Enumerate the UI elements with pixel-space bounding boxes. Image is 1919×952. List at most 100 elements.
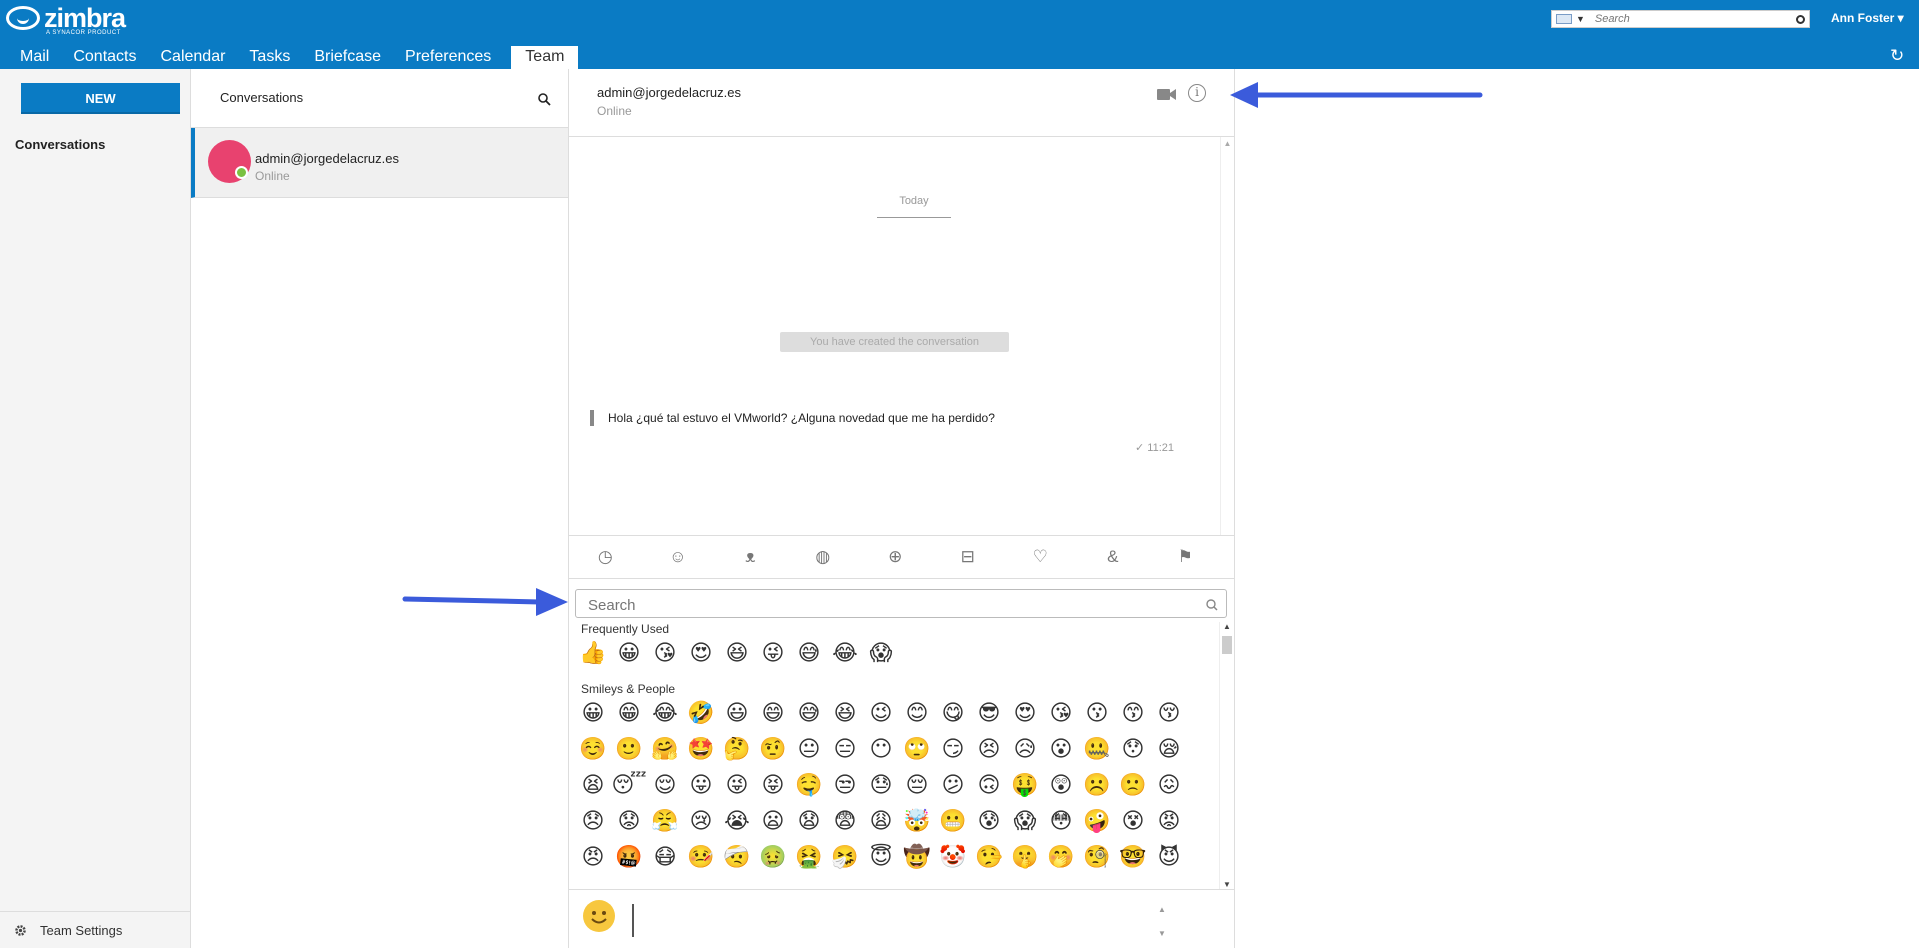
message-scrollbar[interactable]: ▲	[1220, 137, 1234, 535]
emoji-button[interactable]: 🤫	[1007, 840, 1043, 876]
emoji-button[interactable]: 🤧	[827, 840, 863, 876]
emoji-button[interactable]: 😚	[1151, 696, 1187, 732]
search-type-icon[interactable]	[1556, 14, 1572, 24]
emoji-button[interactable]: 😣	[971, 732, 1007, 768]
emoji-button[interactable]: 😀	[575, 696, 611, 732]
emoji-button[interactable]: 😇	[863, 840, 899, 876]
emoji-button[interactable]: 😲	[1043, 768, 1079, 804]
emoji-button[interactable]: 😙	[1115, 696, 1151, 732]
input-resize-control[interactable]: ▲ ▼	[1158, 904, 1166, 940]
emoji-button[interactable]: 😮	[1043, 732, 1079, 768]
emoji-button[interactable]: 😒	[827, 768, 863, 804]
emoji-button[interactable]: 😐	[791, 732, 827, 768]
tab-calendar[interactable]: Calendar	[150, 46, 239, 69]
recent-icon[interactable]: ◷	[569, 547, 642, 567]
tab-contacts[interactable]: Contacts	[63, 46, 150, 69]
emoji-button[interactable]: 😆	[827, 696, 863, 732]
emoji-button[interactable]: 😢	[683, 804, 719, 840]
emoji-button[interactable]: 😖	[1151, 768, 1187, 804]
emoji-button[interactable]: 😌	[647, 768, 683, 804]
emoji-button[interactable]: 😱	[1007, 804, 1043, 840]
conversation-item[interactable]: admin@jorgedelacruz.es Online	[191, 128, 568, 198]
emoji-button[interactable]: 🙄	[899, 732, 935, 768]
emoji-button[interactable]: 😍	[683, 636, 719, 672]
zimbra-logo[interactable]: zimbra A SYNACOR PRODUCT	[6, 5, 126, 36]
emoji-button[interactable]: 🤥	[971, 840, 1007, 876]
emoji-button[interactable]: 🤒	[683, 840, 719, 876]
emoji-button[interactable]: 🙁	[1115, 768, 1151, 804]
emoji-button[interactable]: 😄	[755, 696, 791, 732]
emoji-button[interactable]: 😫	[575, 768, 611, 804]
animal-icon[interactable]: ᴥ	[714, 547, 787, 567]
emoji-button[interactable]: 😭	[719, 804, 755, 840]
emoji-button[interactable]: 😎	[971, 696, 1007, 732]
emoji-button[interactable]: 😓	[863, 768, 899, 804]
emoji-button[interactable]: 😨	[827, 804, 863, 840]
emoji-button[interactable]: 😘	[647, 636, 683, 672]
emoji-button[interactable]: 😆	[719, 636, 755, 672]
emoji-button[interactable]: 🤤	[791, 768, 827, 804]
emoji-button[interactable]: 🤭	[1043, 840, 1079, 876]
refresh-icon[interactable]: ↻	[1890, 46, 1904, 66]
emoji-button[interactable]: 🤣	[683, 696, 719, 732]
search-icon[interactable]	[538, 93, 551, 106]
tab-tasks[interactable]: Tasks	[239, 46, 304, 69]
tab-mail[interactable]: Mail	[0, 46, 63, 69]
emoji-button[interactable]: 😁	[611, 696, 647, 732]
tab-team[interactable]: Team	[511, 46, 579, 69]
emoji-button[interactable]: 🤨	[755, 732, 791, 768]
food-icon[interactable]: ◍	[787, 547, 860, 567]
emoji-button[interactable]: 👍	[575, 636, 611, 672]
emoji-button[interactable]: 🤩	[683, 732, 719, 768]
emoji-button[interactable]: 🤔	[719, 732, 755, 768]
emoji-button[interactable]: 😕	[935, 768, 971, 804]
smiley-icon[interactable]: ☺	[642, 547, 715, 567]
emoji-search-box[interactable]	[575, 589, 1227, 618]
emoji-search-input[interactable]	[586, 596, 1190, 615]
emoji-button[interactable]: 😷	[647, 840, 683, 876]
emoji-button[interactable]: 😝	[755, 768, 791, 804]
emoji-button[interactable]: 😧	[791, 804, 827, 840]
emoji-button[interactable]: 😛	[683, 768, 719, 804]
emoji-button[interactable]: 😘	[1043, 696, 1079, 732]
emoji-button[interactable]: 😱	[863, 636, 899, 672]
emoji-scrollbar[interactable]: ▲ ▼	[1219, 622, 1234, 889]
video-call-icon[interactable]	[1157, 88, 1177, 101]
emoji-button[interactable]: 🧐	[1079, 840, 1115, 876]
scrollbar-thumb[interactable]	[1222, 636, 1232, 654]
sidebar-item-conversations[interactable]: Conversations	[15, 137, 105, 152]
emoji-button[interactable]: 🤬	[611, 840, 647, 876]
emoji-button[interactable]: 😪	[1151, 732, 1187, 768]
emoji-button[interactable]: 😔	[899, 768, 935, 804]
emoji-button[interactable]: 😤	[647, 804, 683, 840]
emoji-button[interactable]: 😂	[647, 696, 683, 732]
emoji-button[interactable]: 😶	[863, 732, 899, 768]
message-input-bar[interactable]: ▲ ▼	[569, 889, 1234, 948]
team-settings[interactable]: Team Settings	[0, 911, 191, 948]
emoji-button[interactable]: 😵	[1115, 804, 1151, 840]
emoji-button[interactable]: 😍	[1007, 696, 1043, 732]
emoji-picker-icon[interactable]	[583, 900, 615, 932]
emoji-button[interactable]: 😳	[1043, 804, 1079, 840]
emoji-button[interactable]: 🤠	[899, 840, 935, 876]
info-icon[interactable]: i	[1188, 84, 1206, 102]
tab-briefcase[interactable]: Briefcase	[304, 46, 395, 69]
emoji-button[interactable]: 😅	[791, 696, 827, 732]
user-menu[interactable]: Ann Foster ▾	[1831, 11, 1904, 25]
emoji-button[interactable]: 😗	[1079, 696, 1115, 732]
emoji-button[interactable]: 🤢	[755, 840, 791, 876]
emoji-button[interactable]: 🤑	[1007, 768, 1043, 804]
emoji-button[interactable]: 😬	[935, 804, 971, 840]
emoji-button[interactable]: 😴	[611, 768, 647, 804]
emoji-button[interactable]: 😥	[1007, 732, 1043, 768]
emoji-button[interactable]: 🤡	[935, 840, 971, 876]
emoji-button[interactable]: 😦	[755, 804, 791, 840]
emoji-button[interactable]: 🤓	[1115, 840, 1151, 876]
emoji-button[interactable]: 😉	[863, 696, 899, 732]
objects-icon[interactable]: ♡	[1004, 547, 1077, 567]
emoji-button[interactable]: 🤯	[899, 804, 935, 840]
emoji-button[interactable]: 😅	[791, 636, 827, 672]
flags-icon[interactable]: ⚑	[1149, 547, 1222, 567]
emoji-button[interactable]: 😰	[971, 804, 1007, 840]
emoji-button[interactable]: 😩	[863, 804, 899, 840]
